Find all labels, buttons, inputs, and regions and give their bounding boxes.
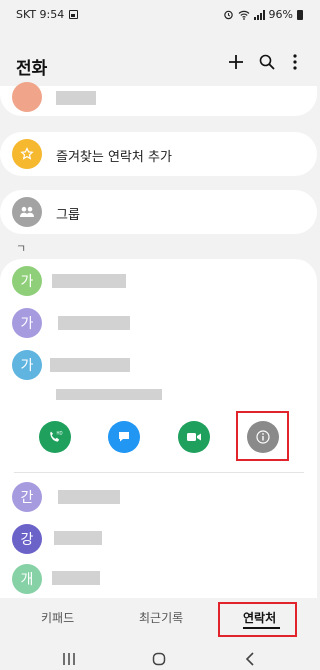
carrier-time: SKT 9:54 bbox=[16, 8, 65, 21]
svg-text:HD: HD bbox=[57, 431, 63, 436]
message-icon[interactable] bbox=[108, 421, 140, 453]
group-icon bbox=[12, 197, 42, 227]
my-profile-row[interactable] bbox=[0, 82, 317, 116]
system-navigation-bar bbox=[0, 642, 317, 670]
contact-name-redacted bbox=[54, 531, 102, 545]
contact-row[interactable]: 가 bbox=[0, 303, 317, 343]
contact-avatar: 가 bbox=[12, 308, 42, 338]
contact-number-redacted bbox=[56, 389, 162, 400]
contact-list: 가 가 가 HD 간 강 개 bbox=[0, 259, 317, 599]
wifi-icon bbox=[238, 10, 249, 20]
contact-avatar: 개 bbox=[12, 564, 42, 594]
home-icon[interactable] bbox=[152, 652, 166, 666]
groups-label: 그룹 bbox=[56, 208, 80, 223]
profile-name-redacted bbox=[56, 91, 96, 105]
star-icon bbox=[12, 139, 42, 169]
phone-hd-icon[interactable]: HD bbox=[39, 421, 71, 453]
contact-name-redacted bbox=[50, 358, 130, 372]
contact-row[interactable]: 가 bbox=[0, 259, 317, 303]
profile-avatar bbox=[12, 82, 42, 112]
bottom-tab-bar: 키패드 최근기록 연락처 bbox=[0, 598, 317, 642]
contacts-tab-highlight-box bbox=[218, 602, 297, 637]
contact-row-expanded[interactable]: 가 HD bbox=[0, 345, 317, 475]
search-icon[interactable] bbox=[255, 50, 279, 74]
add-favorites-label: 즐겨찾는 연락처 추가 bbox=[56, 150, 172, 165]
contact-name-redacted bbox=[52, 571, 100, 585]
section-index-label: ㄱ bbox=[16, 242, 27, 255]
more-options-icon[interactable] bbox=[283, 50, 307, 74]
contact-name-redacted bbox=[58, 490, 120, 504]
add-favorites-row[interactable]: 즐겨찾는 연락처 추가 bbox=[0, 132, 317, 176]
back-icon[interactable] bbox=[245, 652, 255, 666]
contact-avatar: 가 bbox=[12, 350, 42, 380]
contact-avatar: 가 bbox=[12, 266, 42, 296]
groups-row[interactable]: 그룹 bbox=[0, 190, 317, 234]
video-call-icon[interactable] bbox=[178, 421, 210, 453]
divider bbox=[14, 472, 304, 473]
contact-avatar: 간 bbox=[12, 482, 42, 512]
signal-icon bbox=[253, 9, 265, 20]
alarm-icon bbox=[223, 10, 233, 20]
status-bar: SKT 9:54 96% bbox=[0, 0, 317, 30]
battery-percent: 96% bbox=[268, 8, 293, 21]
page-title: 전화 bbox=[16, 59, 48, 79]
app-header: 전화 bbox=[0, 48, 317, 82]
battery-icon bbox=[297, 9, 303, 20]
info-highlight-box bbox=[236, 411, 289, 461]
contact-name-redacted bbox=[52, 274, 126, 288]
contact-row[interactable]: 강 bbox=[0, 519, 317, 559]
recent-apps-icon[interactable] bbox=[62, 653, 76, 665]
contact-name-redacted bbox=[58, 316, 130, 330]
contact-row[interactable]: 개 bbox=[0, 561, 317, 599]
gallery-notification-icon bbox=[69, 10, 79, 19]
contact-row[interactable]: 간 bbox=[0, 477, 317, 517]
add-icon[interactable] bbox=[224, 50, 248, 74]
tab-recents[interactable]: 최근기록 bbox=[139, 609, 183, 626]
tab-keypad[interactable]: 키패드 bbox=[41, 609, 74, 626]
contact-avatar: 강 bbox=[12, 524, 42, 554]
